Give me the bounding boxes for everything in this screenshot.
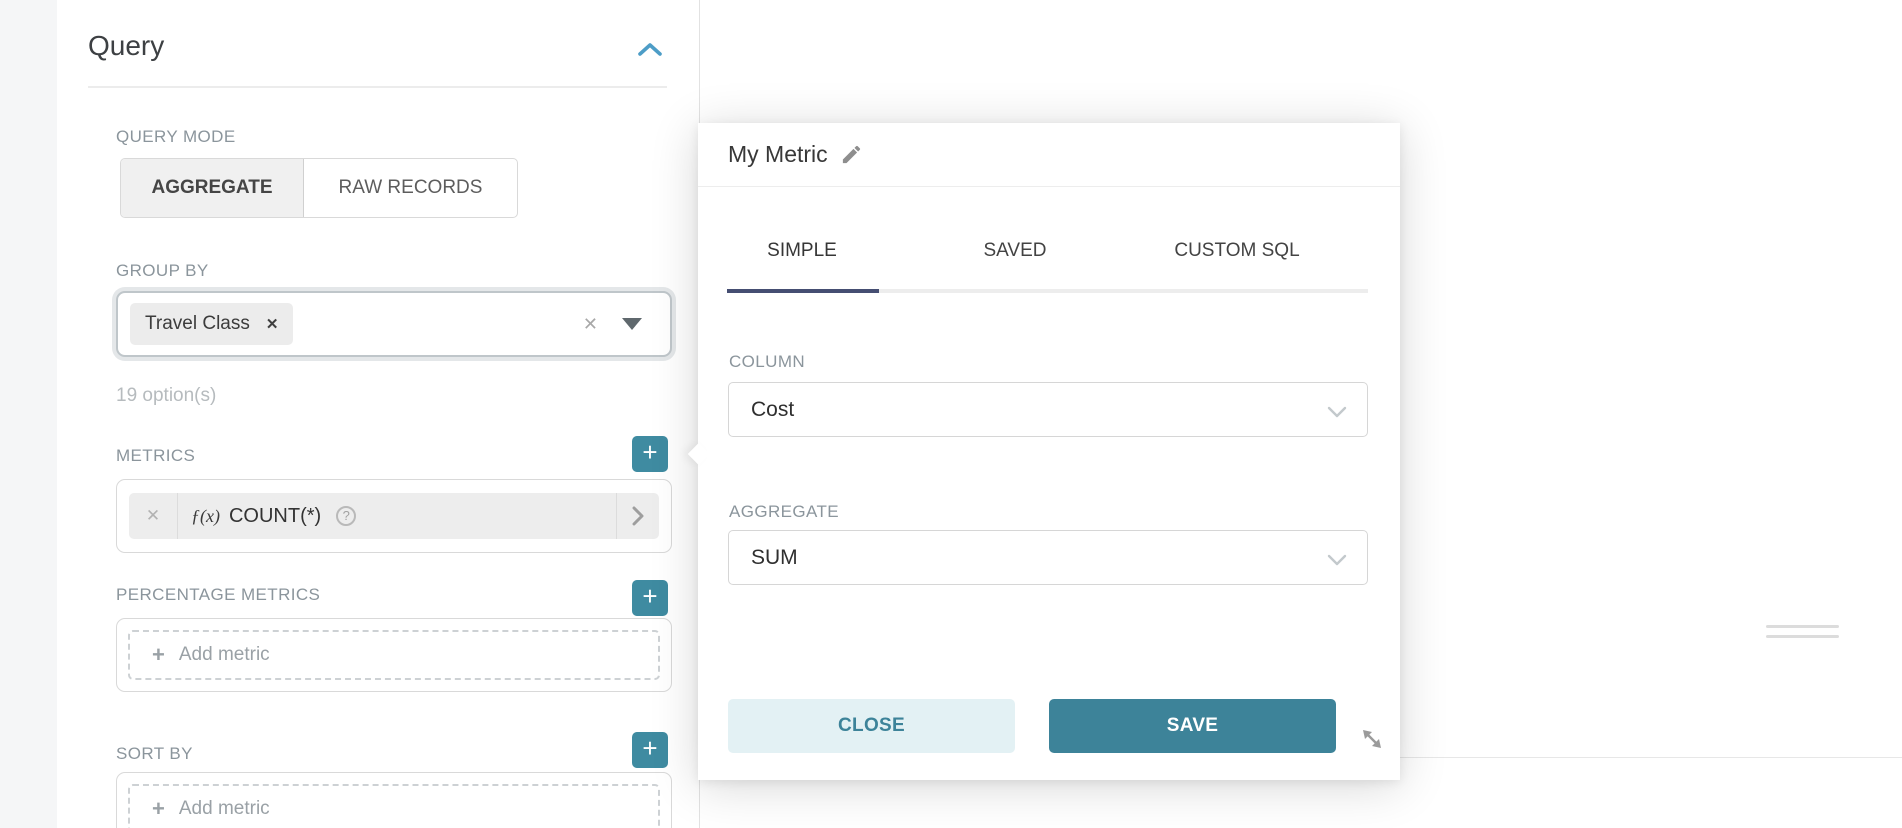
metric-remove-icon[interactable]: ✕ xyxy=(129,506,177,526)
drag-handle-line xyxy=(1766,625,1839,628)
popover-title: My Metric xyxy=(728,141,828,168)
tab-ink-bar xyxy=(727,289,879,293)
add-percentage-metric-plus-button[interactable]: + xyxy=(632,580,668,616)
group-by-tag: Travel Class ✕ xyxy=(130,303,293,345)
add-metric-placeholder: Add metric xyxy=(179,798,270,820)
caret-down-icon[interactable] xyxy=(622,318,642,330)
collapse-chevron-up-icon[interactable] xyxy=(637,41,663,59)
aggregate-label: AGGREGATE xyxy=(729,502,839,522)
pill-separator xyxy=(177,493,178,539)
resize-drag-handle[interactable] xyxy=(1766,625,1839,645)
tab-simple[interactable]: SIMPLE xyxy=(767,240,837,262)
add-plus-icon: + xyxy=(152,642,165,668)
tab-saved[interactable]: SAVED xyxy=(983,240,1046,262)
aggregate-select-value: SUM xyxy=(751,546,798,570)
group-by-select[interactable]: Travel Class ✕ ✕ xyxy=(116,291,672,357)
sort-by-container: + Add metric xyxy=(116,772,672,828)
query-mode-raw-records-button[interactable]: RAW RECORDS xyxy=(304,159,517,217)
metrics-container: ✕ ƒ(x) COUNT(*) ? xyxy=(116,479,672,553)
add-plus-icon: + xyxy=(152,796,165,822)
group-by-tag-label: Travel Class xyxy=(145,313,250,335)
add-metric-placeholder: Add metric xyxy=(179,644,270,666)
query-mode-aggregate-button[interactable]: AGGREGATE xyxy=(121,159,304,217)
column-select[interactable]: Cost xyxy=(728,382,1368,437)
metric-pill[interactable]: ✕ ƒ(x) COUNT(*) ? xyxy=(129,493,659,539)
edit-pencil-icon[interactable] xyxy=(840,143,863,166)
metric-popover: My Metric SIMPLE SAVED CUSTOM SQL COLUMN… xyxy=(698,123,1400,780)
save-button[interactable]: SAVE xyxy=(1049,699,1336,753)
add-percentage-metric-dropzone[interactable]: + Add metric xyxy=(128,630,660,680)
tag-remove-icon[interactable]: ✕ xyxy=(266,315,279,333)
percentage-metrics-label: PERCENTAGE METRICS xyxy=(116,585,320,605)
query-mode-toggle: AGGREGATE RAW RECORDS xyxy=(120,158,518,218)
chart-builder-screen: Query QUERY MODE AGGREGATE RAW RECORDS G… xyxy=(0,0,1902,828)
tab-custom-sql[interactable]: CUSTOM SQL xyxy=(1174,240,1299,262)
function-icon: ƒ(x) xyxy=(191,506,220,527)
chevron-right-icon[interactable] xyxy=(617,506,659,526)
add-metric-plus-button[interactable]: + xyxy=(632,436,668,472)
column-label: COLUMN xyxy=(729,352,805,372)
question-circle-icon[interactable]: ? xyxy=(336,506,356,526)
add-sort-by-plus-button[interactable]: + xyxy=(632,732,668,768)
group-by-label: GROUP BY xyxy=(116,261,209,281)
drag-handle-line xyxy=(1766,635,1839,638)
chevron-down-icon xyxy=(1327,553,1347,571)
add-sort-by-dropzone[interactable]: + Add metric xyxy=(128,784,660,828)
chevron-down-icon xyxy=(1327,405,1347,423)
query-mode-label: QUERY MODE xyxy=(116,127,236,147)
metric-expression: COUNT(*) xyxy=(229,505,321,528)
sort-by-label: SORT BY xyxy=(116,744,193,764)
resize-diagonal-icon[interactable] xyxy=(1357,724,1387,754)
close-button[interactable]: CLOSE xyxy=(728,699,1015,753)
clear-all-icon[interactable]: ✕ xyxy=(583,314,598,335)
popover-header: My Metric xyxy=(698,123,1400,187)
query-section-title: Query xyxy=(88,30,164,62)
options-count-text: 19 option(s) xyxy=(116,385,216,407)
column-select-value: Cost xyxy=(751,398,794,422)
metrics-label: METRICS xyxy=(116,446,195,466)
popover-arrow xyxy=(688,443,711,466)
aggregate-select[interactable]: SUM xyxy=(728,530,1368,585)
left-rail xyxy=(0,0,57,828)
percentage-metrics-container: + Add metric xyxy=(116,618,672,692)
section-rule xyxy=(88,86,667,88)
